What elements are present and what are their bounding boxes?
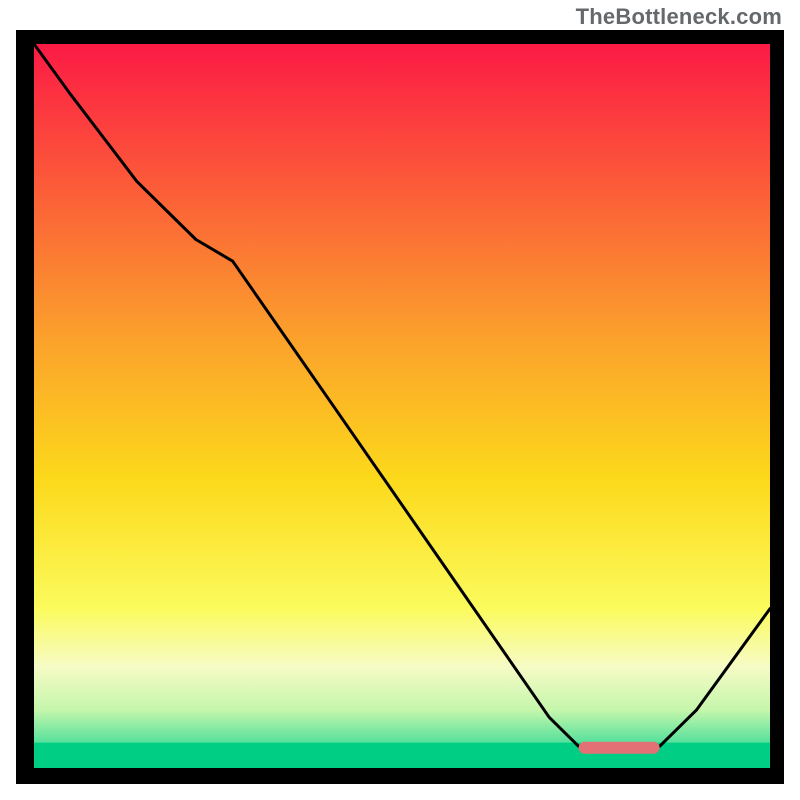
chart-frame (16, 30, 784, 784)
chart-plot-area (34, 44, 770, 768)
watermark-text: TheBottleneck.com (576, 4, 782, 30)
optimal-range-marker (579, 742, 660, 754)
chart-background-gradient (34, 44, 770, 768)
bottleneck-chart (34, 44, 770, 768)
